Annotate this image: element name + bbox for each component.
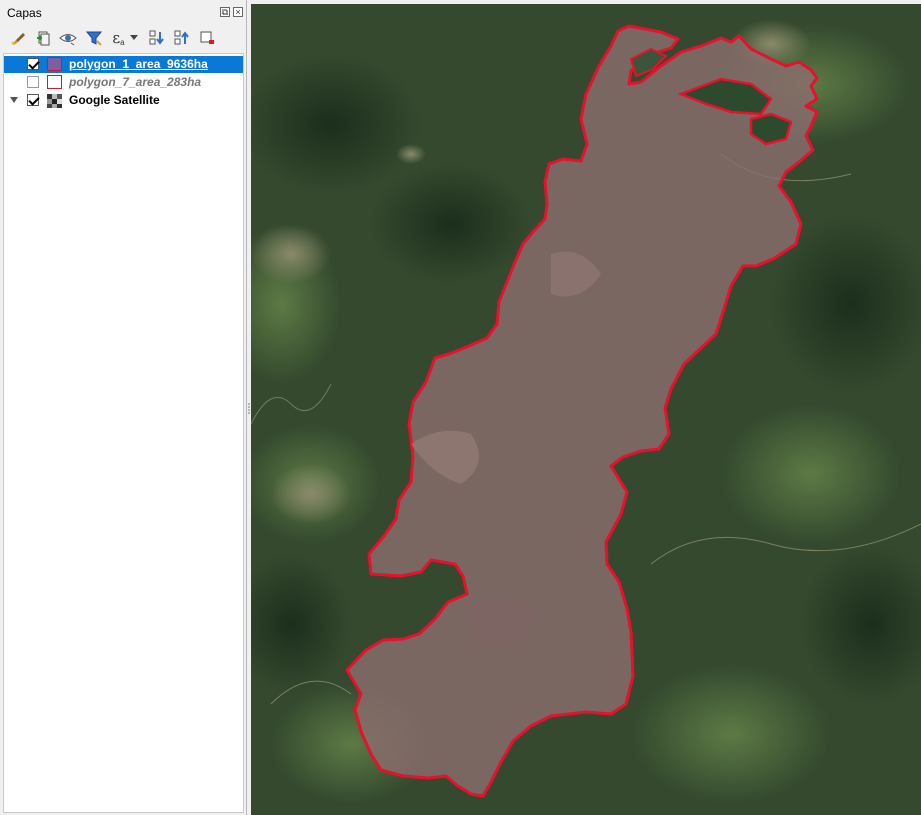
layer-label: Google Satellite: [69, 93, 160, 107]
layer-label: polygon_1_area_9636ha: [69, 57, 208, 71]
chevron-down-icon: [129, 35, 138, 40]
layers-toolbar: εa: [0, 26, 247, 52]
layer-row-google-satellite[interactable]: Google Satellite: [4, 92, 243, 109]
expand-all-icon[interactable]: [147, 28, 167, 48]
expand-arrow-icon[interactable]: [10, 96, 19, 105]
layer-tree: polygon_1_area_9636ha polygon_7_area_283…: [3, 53, 244, 813]
layer-visibility-checkbox[interactable]: [27, 94, 39, 106]
epsilon-glyph: ε: [112, 29, 121, 47]
visibility-eye-icon[interactable]: [58, 28, 78, 48]
remove-layer-icon[interactable]: [197, 28, 217, 48]
layer-label: polygon_7_area_283ha: [69, 75, 202, 89]
layers-panel: Capas ⧉ × εa polygon_1_area_9636ha polyg…: [0, 0, 247, 815]
float-window-icon[interactable]: ⧉: [220, 7, 230, 17]
satellite-basemap: [251, 4, 921, 815]
panel-title: Capas: [7, 6, 42, 20]
layer-visibility-checkbox[interactable]: [27, 76, 39, 88]
epsilon-sub: a: [120, 37, 125, 47]
close-icon[interactable]: ×: [233, 7, 243, 17]
expression-filter-icon[interactable]: εa: [110, 28, 140, 48]
raster-tile-icon: [47, 94, 62, 108]
layer-row-polygon-7[interactable]: polygon_7_area_283ha: [4, 74, 243, 91]
panel-header: Capas ⧉ ×: [0, 0, 247, 26]
add-group-icon[interactable]: [33, 28, 53, 48]
filter-funnel-icon[interactable]: [84, 28, 104, 48]
layer-row-polygon-1[interactable]: polygon_1_area_9636ha: [4, 56, 243, 73]
collapse-all-icon[interactable]: [172, 28, 192, 48]
map-canvas[interactable]: [251, 4, 921, 815]
polygon-symbol-icon: [47, 75, 62, 89]
style-brush-icon[interactable]: [8, 28, 28, 48]
polygon-symbol-icon: [47, 57, 62, 71]
layer-visibility-checkbox[interactable]: [27, 58, 39, 70]
